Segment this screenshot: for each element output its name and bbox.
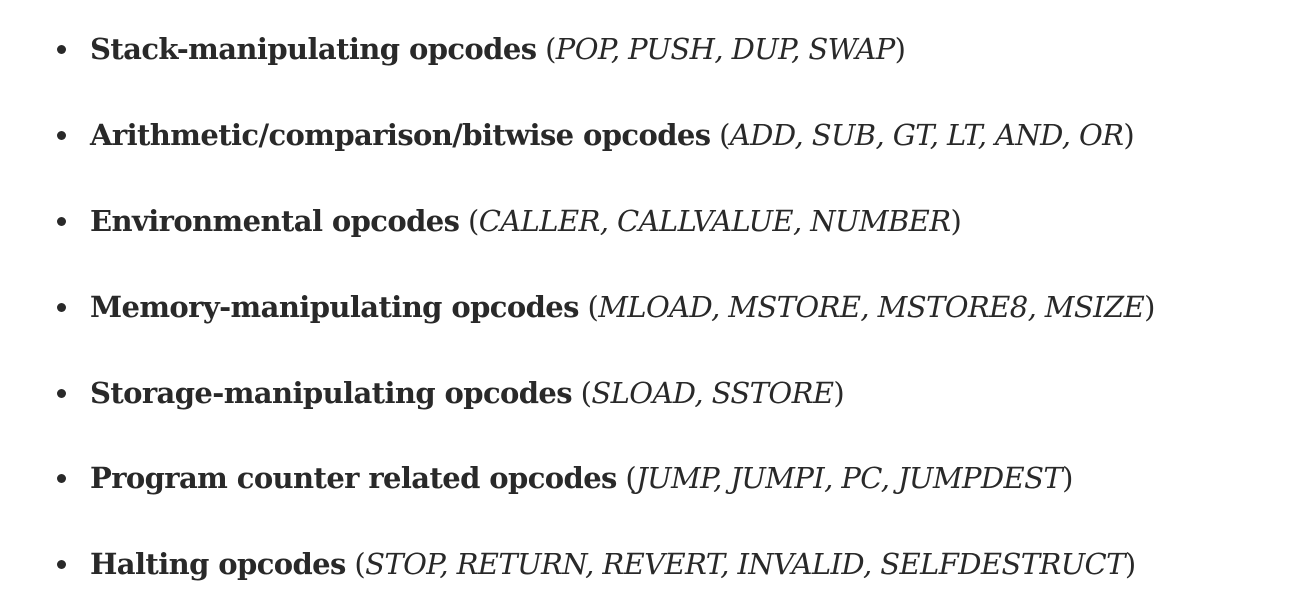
list-item-program-counter: Program counter related opcodes (JUMP, J… <box>0 448 1302 508</box>
bullet-icon <box>57 389 66 398</box>
opcode-examples: CALLER, CALLVALUE, NUMBER <box>478 204 951 238</box>
opcode-examples: JUMP, JUMPI, PC, JUMPDEST <box>636 461 1063 495</box>
category-name: Stack-manipulating opcodes <box>90 32 537 66</box>
list-item-text: Halting opcodes (STOP, RETURN, REVERT, I… <box>90 547 1136 581</box>
list-item-text: Stack-manipulating opcodes (POP, PUSH, D… <box>90 32 906 66</box>
list-item-stack-manipulating: Stack-manipulating opcodes (POP, PUSH, D… <box>0 19 1302 79</box>
list-item-text: Memory-manipulating opcodes (MLOAD, MSTO… <box>90 290 1155 324</box>
bullet-icon <box>57 217 66 226</box>
list-item-text: Program counter related opcodes (JUMP, J… <box>90 461 1073 495</box>
opcode-examples: ADD, SUB, GT, LT, AND, OR <box>729 118 1124 152</box>
category-name: Storage-manipulating opcodes <box>90 376 573 410</box>
bullet-icon <box>57 45 66 54</box>
category-name: Memory-manipulating opcodes <box>90 290 579 324</box>
bullet-icon <box>57 474 66 483</box>
list-item-arithmetic: Arithmetic/comparison/bitwise opcodes (A… <box>0 105 1302 165</box>
list-item-storage-manipulating: Storage-manipulating opcodes (SLOAD, SST… <box>0 363 1302 423</box>
bullet-icon <box>57 131 66 140</box>
list-item-text: Storage-manipulating opcodes (SLOAD, SST… <box>90 376 845 410</box>
list-item-text: Environmental opcodes (CALLER, CALLVALUE… <box>90 204 962 238</box>
bullet-icon <box>57 303 66 312</box>
list-item-memory-manipulating: Memory-manipulating opcodes (MLOAD, MSTO… <box>0 277 1302 337</box>
opcode-examples: STOP, RETURN, REVERT, INVALID, SELFDESTR… <box>365 547 1125 581</box>
opcode-examples: SLOAD, SSTORE <box>591 376 834 410</box>
list-item-environmental: Environmental opcodes (CALLER, CALLVALUE… <box>0 191 1302 251</box>
list-item-text: Arithmetic/comparison/bitwise opcodes (A… <box>90 118 1135 152</box>
list-item-halting: Halting opcodes (STOP, RETURN, REVERT, I… <box>0 534 1302 594</box>
category-name: Halting opcodes <box>90 547 346 581</box>
bullet-icon <box>57 560 66 569</box>
opcode-examples: POP, PUSH, DUP, SWAP <box>555 32 895 66</box>
category-name: Environmental opcodes <box>90 204 460 238</box>
category-name: Program counter related opcodes <box>90 461 617 495</box>
opcode-examples: MLOAD, MSTORE, MSTORE8, MSIZE <box>598 290 1145 324</box>
category-name: Arithmetic/comparison/bitwise opcodes <box>90 118 711 152</box>
